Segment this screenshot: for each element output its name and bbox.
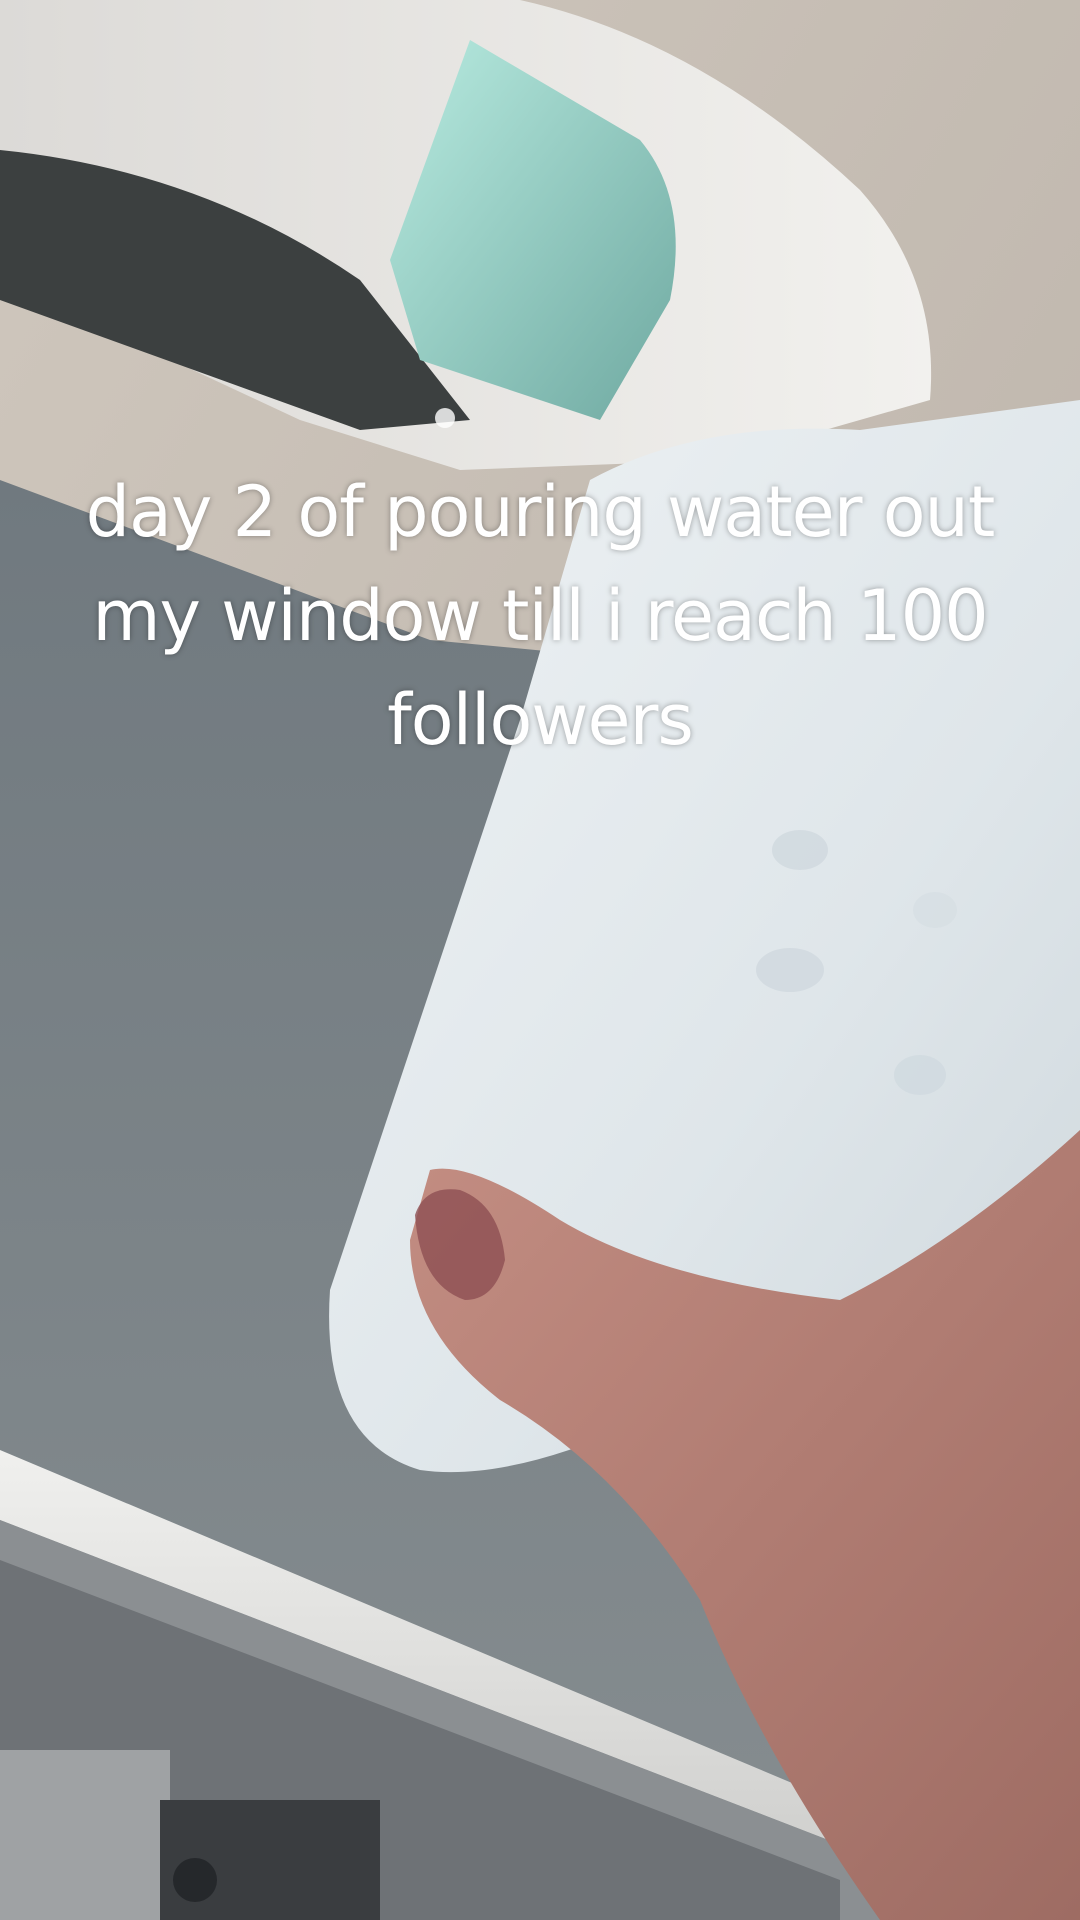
- video-frame: day 2 of pouring water out my window til…: [0, 0, 1080, 1920]
- video-caption: day 2 of pouring water out my window til…: [85, 471, 996, 761]
- scene-photo: [0, 0, 1080, 1920]
